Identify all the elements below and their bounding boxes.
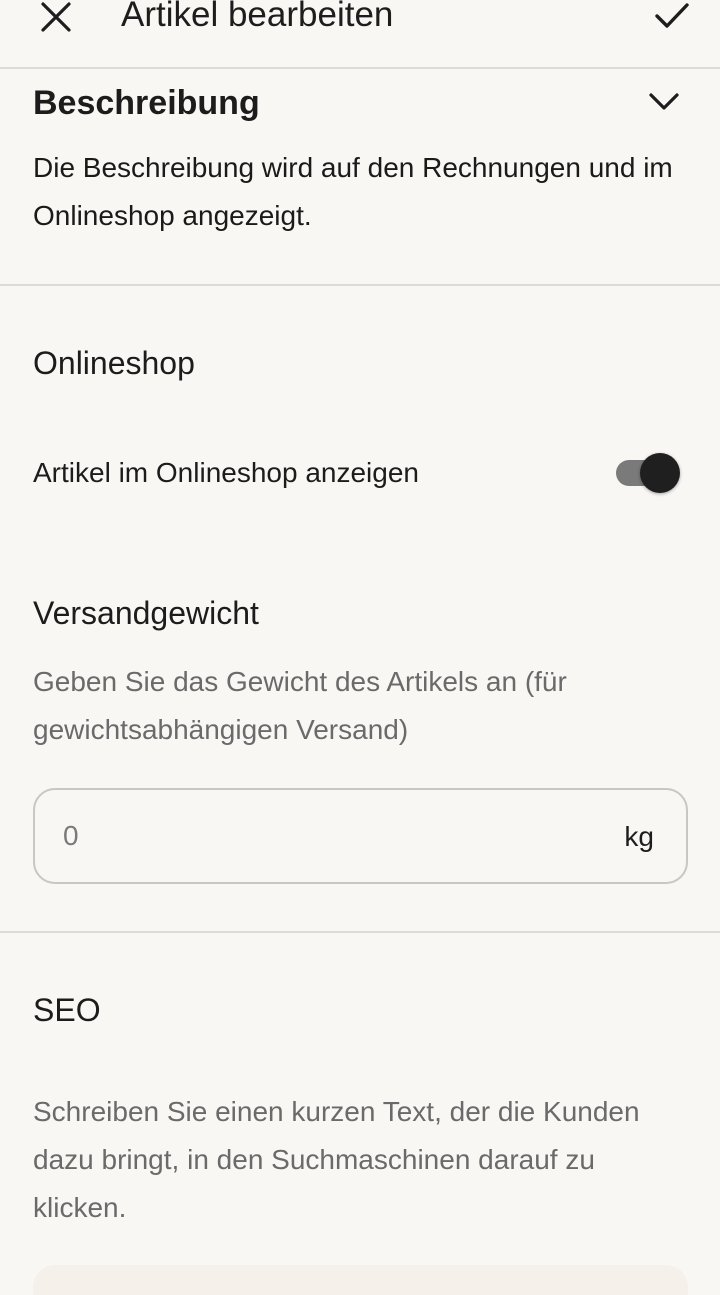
close-icon bbox=[41, 2, 71, 32]
description-text: Die Beschreibung wird auf den Rechnungen… bbox=[33, 152, 673, 231]
description-expand-button[interactable] bbox=[646, 89, 682, 115]
chevron-down-icon bbox=[649, 93, 679, 110]
shipping-weight-title: Versandgewicht bbox=[33, 595, 259, 631]
seo-text-field[interactable] bbox=[33, 1265, 688, 1295]
shipping-weight-input[interactable] bbox=[63, 812, 583, 860]
onlineshop-section: Onlineshop Artikel im Onlineshop anzeige… bbox=[0, 288, 720, 933]
description-title[interactable]: Beschreibung bbox=[33, 85, 260, 121]
show-in-shop-toggle[interactable] bbox=[614, 452, 684, 494]
shipping-weight-help: Geben Sie das Gewicht des Artikels an (f… bbox=[33, 666, 567, 745]
seo-title: SEO bbox=[33, 992, 101, 1028]
show-in-shop-label: Artikel im Onlineshop anzeigen bbox=[33, 457, 419, 488]
weight-unit-label: kg bbox=[624, 821, 654, 852]
top-app-bar: Artikel bearbeiten bbox=[0, 0, 720, 69]
shipping-weight-field[interactable]: kg bbox=[33, 788, 688, 884]
seo-help: Schreiben Sie einen kurzen Text, der die… bbox=[33, 1096, 640, 1223]
page-title: Artikel bearbeiten bbox=[121, 0, 394, 34]
toggle-knob bbox=[640, 453, 680, 493]
description-section: Beschreibung Die Beschreibung wird auf d… bbox=[0, 71, 720, 286]
close-button[interactable] bbox=[36, 0, 76, 34]
seo-section: SEO Schreiben Sie einen kurzen Text, der… bbox=[0, 935, 720, 1295]
checkmark-icon bbox=[655, 3, 689, 28]
onlineshop-title: Onlineshop bbox=[33, 345, 195, 381]
confirm-button[interactable] bbox=[650, 0, 694, 32]
